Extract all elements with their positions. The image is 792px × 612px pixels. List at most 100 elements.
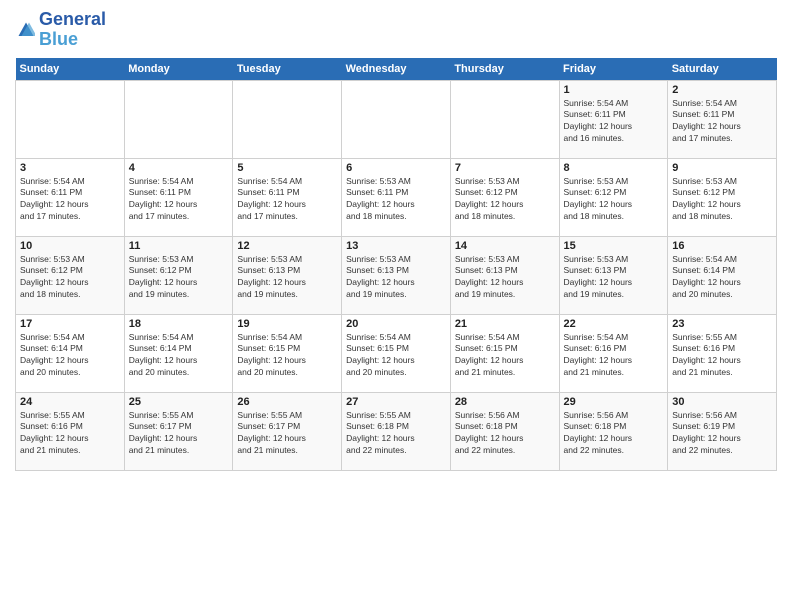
calendar-cell: 2Sunrise: 5:54 AMSunset: 6:11 PMDaylight… <box>668 80 777 158</box>
weekday-header-cell: Sunday <box>16 58 125 81</box>
day-info: Sunrise: 5:54 AMSunset: 6:14 PMDaylight:… <box>20 332 120 380</box>
day-info: Sunrise: 5:53 AMSunset: 6:12 PMDaylight:… <box>564 176 664 224</box>
day-info: Sunrise: 5:53 AMSunset: 6:13 PMDaylight:… <box>346 254 446 302</box>
weekday-header-cell: Saturday <box>668 58 777 81</box>
calendar-week-row: 24 Sunrise: 5:55 AMSunset: 6:16 PMDayligh… <box>16 392 777 470</box>
day-info: Sunrise: 5:55 AMSunset: 6:17 PMDaylight:… <box>129 410 229 458</box>
day-info: Sunrise: 5:54 AMSunset: 6:14 PMDaylight:… <box>129 332 229 380</box>
day-number: 29 <box>564 396 664 408</box>
day-number: 12 <box>237 240 337 252</box>
calendar-cell: 10 Sunrise: 5:53 AMSunset: 6:12 PMDayligh… <box>16 236 125 314</box>
calendar-cell: 11 Sunrise: 5:53 AMSunset: 6:12 PMDayligh… <box>124 236 233 314</box>
day-number: 7 <box>455 162 555 174</box>
calendar-cell: 14 Sunrise: 5:53 AMSunset: 6:13 PMDayligh… <box>450 236 559 314</box>
calendar-cell: 5 Sunrise: 5:54 AMSunset: 6:11 PMDaylight… <box>233 158 342 236</box>
calendar-cell: 1 Sunrise: 5:54 AMSunset: 6:11 PMDaylight… <box>559 80 668 158</box>
calendar-table: SundayMondayTuesdayWednesdayThursdayFrid… <box>15 58 777 471</box>
day-number: 3 <box>20 162 120 174</box>
calendar-cell: 30 Sunrise: 5:56 AMSunset: 6:19 PMDayligh… <box>668 392 777 470</box>
day-info: Sunrise: 5:53 AMSunset: 6:13 PMDaylight:… <box>237 254 337 302</box>
calendar-cell: 21 Sunrise: 5:54 AMSunset: 6:15 PMDayligh… <box>450 314 559 392</box>
day-number: 19 <box>237 318 337 330</box>
calendar-body: 1 Sunrise: 5:54 AMSunset: 6:11 PMDaylight… <box>16 80 777 470</box>
calendar-cell: 20 Sunrise: 5:54 AMSunset: 6:15 PMDayligh… <box>342 314 451 392</box>
calendar-cell: 18 Sunrise: 5:54 AMSunset: 6:14 PMDayligh… <box>124 314 233 392</box>
logo-icon <box>17 21 35 39</box>
calendar-cell: 12 Sunrise: 5:53 AMSunset: 6:13 PMDayligh… <box>233 236 342 314</box>
day-info: Sunrise: 5:55 AMSunset: 6:18 PMDaylight:… <box>346 410 446 458</box>
day-number: 28 <box>455 396 555 408</box>
day-info: Sunrise: 5:53 AMSunset: 6:13 PMDaylight:… <box>564 254 664 302</box>
day-number: 27 <box>346 396 446 408</box>
day-number: 9 <box>672 162 772 174</box>
weekday-header-cell: Tuesday <box>233 58 342 81</box>
day-info: Sunrise: 5:55 AMSunset: 6:17 PMDaylight:… <box>237 410 337 458</box>
calendar-cell: 16 Sunrise: 5:54 AMSunset: 6:14 PMDayligh… <box>668 236 777 314</box>
day-number: 11 <box>129 240 229 252</box>
logo: General Blue <box>15 10 106 50</box>
calendar-cell: 24 Sunrise: 5:55 AMSunset: 6:16 PMDayligh… <box>16 392 125 470</box>
calendar-week-row: 3 Sunrise: 5:54 AMSunset: 6:11 PMDaylight… <box>16 158 777 236</box>
day-number: 24 <box>20 396 120 408</box>
calendar-cell: 4Sunrise: 5:54 AMSunset: 6:11 PMDaylight… <box>124 158 233 236</box>
calendar-week-row: 17Sunrise: 5:54 AMSunset: 6:14 PMDayligh… <box>16 314 777 392</box>
day-number: 1 <box>564 84 664 96</box>
page-container: General Blue SundayMondayTuesdayWednesda… <box>0 0 792 481</box>
day-info: Sunrise: 5:55 AMSunset: 6:16 PMDaylight:… <box>20 410 120 458</box>
day-info: Sunrise: 5:54 AMSunset: 6:15 PMDaylight:… <box>346 332 446 380</box>
day-info: Sunrise: 5:54 AMSunset: 6:11 PMDaylight:… <box>564 98 664 146</box>
day-info: Sunrise: 5:53 AMSunset: 6:12 PMDaylight:… <box>129 254 229 302</box>
day-number: 21 <box>455 318 555 330</box>
day-info: Sunrise: 5:56 AMSunset: 6:18 PMDaylight:… <box>455 410 555 458</box>
logo-text-line2: Blue <box>39 30 106 50</box>
calendar-cell <box>124 80 233 158</box>
calendar-cell: 17Sunrise: 5:54 AMSunset: 6:14 PMDayligh… <box>16 314 125 392</box>
calendar-cell: 27 Sunrise: 5:55 AMSunset: 6:18 PMDayligh… <box>342 392 451 470</box>
day-number: 30 <box>672 396 772 408</box>
day-number: 15 <box>564 240 664 252</box>
day-number: 10 <box>20 240 120 252</box>
day-number: 5 <box>237 162 337 174</box>
weekday-header-cell: Wednesday <box>342 58 451 81</box>
calendar-week-row: 1 Sunrise: 5:54 AMSunset: 6:11 PMDaylight… <box>16 80 777 158</box>
weekday-header-cell: Thursday <box>450 58 559 81</box>
day-info: Sunrise: 5:54 AMSunset: 6:11 PMDaylight:… <box>20 176 120 224</box>
day-number: 22 <box>564 318 664 330</box>
day-info: Sunrise: 5:54 AMSunset: 6:15 PMDaylight:… <box>455 332 555 380</box>
day-info: Sunrise: 5:56 AMSunset: 6:19 PMDaylight:… <box>672 410 772 458</box>
day-number: 8 <box>564 162 664 174</box>
calendar-cell: 29Sunrise: 5:56 AMSunset: 6:18 PMDayligh… <box>559 392 668 470</box>
calendar-cell: 6Sunrise: 5:53 AMSunset: 6:11 PMDaylight… <box>342 158 451 236</box>
day-info: Sunrise: 5:54 AMSunset: 6:16 PMDaylight:… <box>564 332 664 380</box>
day-number: 20 <box>346 318 446 330</box>
day-info: Sunrise: 5:54 AMSunset: 6:15 PMDaylight:… <box>237 332 337 380</box>
day-number: 14 <box>455 240 555 252</box>
calendar-cell <box>233 80 342 158</box>
day-number: 23 <box>672 318 772 330</box>
day-info: Sunrise: 5:54 AMSunset: 6:11 PMDaylight:… <box>237 176 337 224</box>
day-info: Sunrise: 5:53 AMSunset: 6:12 PMDaylight:… <box>20 254 120 302</box>
day-info: Sunrise: 5:53 AMSunset: 6:12 PMDaylight:… <box>455 176 555 224</box>
day-number: 26 <box>237 396 337 408</box>
day-number: 2 <box>672 84 772 96</box>
calendar-cell: 7 Sunrise: 5:53 AMSunset: 6:12 PMDaylight… <box>450 158 559 236</box>
day-number: 6 <box>346 162 446 174</box>
calendar-cell: 8 Sunrise: 5:53 AMSunset: 6:12 PMDaylight… <box>559 158 668 236</box>
day-number: 16 <box>672 240 772 252</box>
day-number: 13 <box>346 240 446 252</box>
calendar-cell <box>342 80 451 158</box>
calendar-cell: 28 Sunrise: 5:56 AMSunset: 6:18 PMDayligh… <box>450 392 559 470</box>
day-info: Sunrise: 5:54 AMSunset: 6:14 PMDaylight:… <box>672 254 772 302</box>
day-number: 4 <box>129 162 229 174</box>
calendar-cell <box>450 80 559 158</box>
logo-text-line1: General <box>39 10 106 30</box>
calendar-cell: 22 Sunrise: 5:54 AMSunset: 6:16 PMDayligh… <box>559 314 668 392</box>
day-info: Sunrise: 5:53 AMSunset: 6:13 PMDaylight:… <box>455 254 555 302</box>
day-number: 18 <box>129 318 229 330</box>
calendar-cell: 19 Sunrise: 5:54 AMSunset: 6:15 PMDayligh… <box>233 314 342 392</box>
weekday-header-cell: Friday <box>559 58 668 81</box>
calendar-cell: 13 Sunrise: 5:53 AMSunset: 6:13 PMDayligh… <box>342 236 451 314</box>
calendar-cell <box>16 80 125 158</box>
page-header: General Blue <box>15 10 777 50</box>
weekday-header-row: SundayMondayTuesdayWednesdayThursdayFrid… <box>16 58 777 81</box>
